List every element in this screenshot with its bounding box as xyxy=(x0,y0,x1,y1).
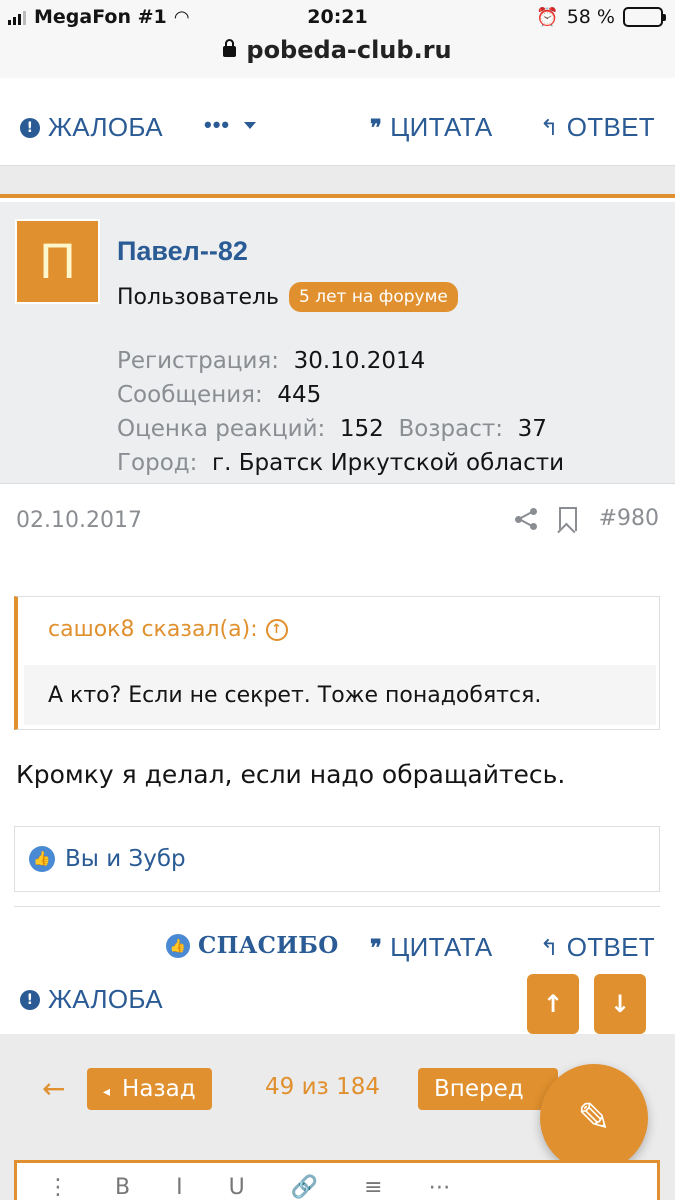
quote-text: А кто? Если не секрет. Тоже понадобятся. xyxy=(24,665,656,725)
forum-post: П Павел--82 Пользователь 5 лет на форуме… xyxy=(0,194,675,1034)
reply-button[interactable]: ↰ ОТВЕТ xyxy=(540,112,655,143)
arrow-up-circle-icon: ↑ xyxy=(265,618,288,641)
status-bar: MegaFon #1 ◠ 20:21 ⏰ 58 % pobeda-club.ru xyxy=(0,0,675,78)
membership-badge: 5 лет на форуме xyxy=(289,282,458,312)
pencil-icon: ✎ xyxy=(577,1095,611,1141)
quote-button[interactable]: ❞ ЦИТАТА xyxy=(370,932,493,963)
lock-icon xyxy=(223,39,237,57)
stat-value: г. Братск Иркутской области xyxy=(212,450,565,476)
reactions-bar[interactable]: 👍 Вы и Зубр xyxy=(14,826,660,892)
stat-registration: Регистрация: 30.10.2014 xyxy=(117,344,564,378)
post-meta-actions: #980 xyxy=(514,506,659,531)
stat-label: Оценка реакций: xyxy=(117,416,326,442)
more-menu-button[interactable]: ••• xyxy=(204,112,257,138)
stat-label: Город: xyxy=(117,450,198,476)
italic-icon[interactable]: I xyxy=(176,1175,183,1200)
prev-page-button[interactable]: ◂ Назад xyxy=(87,1068,212,1110)
post-number[interactable]: #980 xyxy=(599,506,659,531)
arrow-up-icon: ↑ xyxy=(542,990,564,1018)
divider xyxy=(14,906,660,907)
quote-block: сашок8 сказал(а): ↑ А кто? Если не секре… xyxy=(14,596,660,730)
compose-button[interactable]: ✎ xyxy=(540,1064,648,1172)
quote-header[interactable]: сашок8 сказал(а): ↑ xyxy=(48,617,288,642)
thanks-button[interactable]: 👍 СПАСИБО xyxy=(166,932,339,959)
stat-label: Регистрация: xyxy=(117,348,279,374)
post-body: Кромку я делал, если надо обращайтесь. xyxy=(16,760,566,789)
quote-icon: ❞ xyxy=(370,114,383,141)
report-label: ЖАЛОБА xyxy=(48,112,163,142)
caret-left-icon: ◂ xyxy=(103,1084,111,1100)
quote-icon: ❞ xyxy=(370,934,383,961)
address-bar[interactable]: pobeda-club.ru xyxy=(0,36,675,64)
post-date[interactable]: 02.10.2017 xyxy=(16,508,142,533)
underline-icon[interactable]: U xyxy=(229,1175,245,1200)
list-icon[interactable]: ≡ xyxy=(364,1175,382,1200)
scroll-up-button[interactable]: ↑ xyxy=(527,974,579,1034)
chevron-down-icon xyxy=(244,121,257,129)
reactions-text: Вы и Зубр xyxy=(65,846,186,872)
page-indicator[interactable]: 49 из 184 xyxy=(265,1074,380,1100)
user-stats: Регистрация: 30.10.2014 Сообщения: 445 О… xyxy=(117,344,564,480)
reply-editor[interactable]: ⋮ B I U 🔗 ≡ ⋯ xyxy=(14,1160,660,1200)
user-info-box: П Павел--82 Пользователь 5 лет на форуме… xyxy=(0,202,675,484)
reply-icon: ↰ xyxy=(540,934,559,960)
editor-toolbar: ⋮ B I U 🔗 ≡ ⋯ xyxy=(47,1175,451,1200)
more-icon: ••• xyxy=(204,112,231,137)
stat-messages: Сообщения: 445 xyxy=(117,378,564,412)
like-icon: 👍 xyxy=(29,846,55,872)
quote-label: ЦИТАТА xyxy=(390,112,493,142)
battery-percent: 58 % xyxy=(566,6,615,28)
stat-city: Город: г. Братск Иркутской области xyxy=(117,446,564,480)
quote-button[interactable]: ❞ ЦИТАТА xyxy=(370,112,493,143)
previous-post-footer: ! ЖАЛОБА ••• ❞ ЦИТАТА ↰ ОТВЕТ xyxy=(0,78,675,166)
bookmark-icon[interactable] xyxy=(558,506,577,531)
quote-author: сашок8 сказал(а): xyxy=(48,617,258,642)
user-title: Пользователь xyxy=(117,284,280,310)
link-icon[interactable]: 🔗 xyxy=(291,1175,318,1200)
report-button[interactable]: ! ЖАЛОБА xyxy=(20,112,163,143)
reply-label: ОТВЕТ xyxy=(566,932,655,962)
username-link[interactable]: Павел--82 xyxy=(117,236,248,267)
reply-button[interactable]: ↰ ОТВЕТ xyxy=(540,932,655,963)
quote-label: ЦИТАТА xyxy=(390,932,493,962)
arrow-down-icon: ↓ xyxy=(609,990,631,1018)
user-title-row: Пользователь 5 лет на форуме xyxy=(117,282,458,312)
stat-label: Сообщения: xyxy=(117,382,263,408)
stat-reactions-age: Оценка реакций: 152 Возраст: 37 xyxy=(117,412,564,446)
stat-value: 37 xyxy=(517,416,547,442)
like-icon: 👍 xyxy=(166,933,190,958)
battery-icon xyxy=(623,7,666,27)
reply-icon: ↰ xyxy=(540,114,559,140)
report-label: ЖАЛОБА xyxy=(48,984,163,1014)
stat-value: 445 xyxy=(277,382,322,408)
share-icon[interactable] xyxy=(514,507,537,530)
stat-value: 152 xyxy=(339,416,384,442)
prev-page-label: Назад xyxy=(122,1076,196,1102)
stat-label: Возраст: xyxy=(398,416,504,442)
battery-info: ⏰ 58 % xyxy=(536,6,666,28)
alert-icon: ! xyxy=(20,989,40,1010)
thanks-label: СПАСИБО xyxy=(198,932,339,959)
avatar[interactable]: П xyxy=(15,219,100,304)
alarm-icon: ⏰ xyxy=(536,6,559,28)
scroll-down-button[interactable]: ↓ xyxy=(594,974,646,1034)
next-page-label: Вперед xyxy=(434,1076,524,1102)
toolbar-icon[interactable]: ⋮ xyxy=(47,1175,69,1200)
report-button[interactable]: ! ЖАЛОБА xyxy=(20,984,163,1015)
reply-label: ОТВЕТ xyxy=(566,112,655,142)
url-text: pobeda-club.ru xyxy=(246,36,452,64)
arrow-left-icon[interactable]: ← xyxy=(42,1072,65,1105)
next-page-button[interactable]: Вперед xyxy=(418,1068,558,1110)
bold-icon[interactable]: B xyxy=(115,1175,130,1200)
stat-value: 30.10.2014 xyxy=(293,348,426,374)
alert-icon: ! xyxy=(20,117,40,138)
more-icon[interactable]: ⋯ xyxy=(429,1175,451,1200)
